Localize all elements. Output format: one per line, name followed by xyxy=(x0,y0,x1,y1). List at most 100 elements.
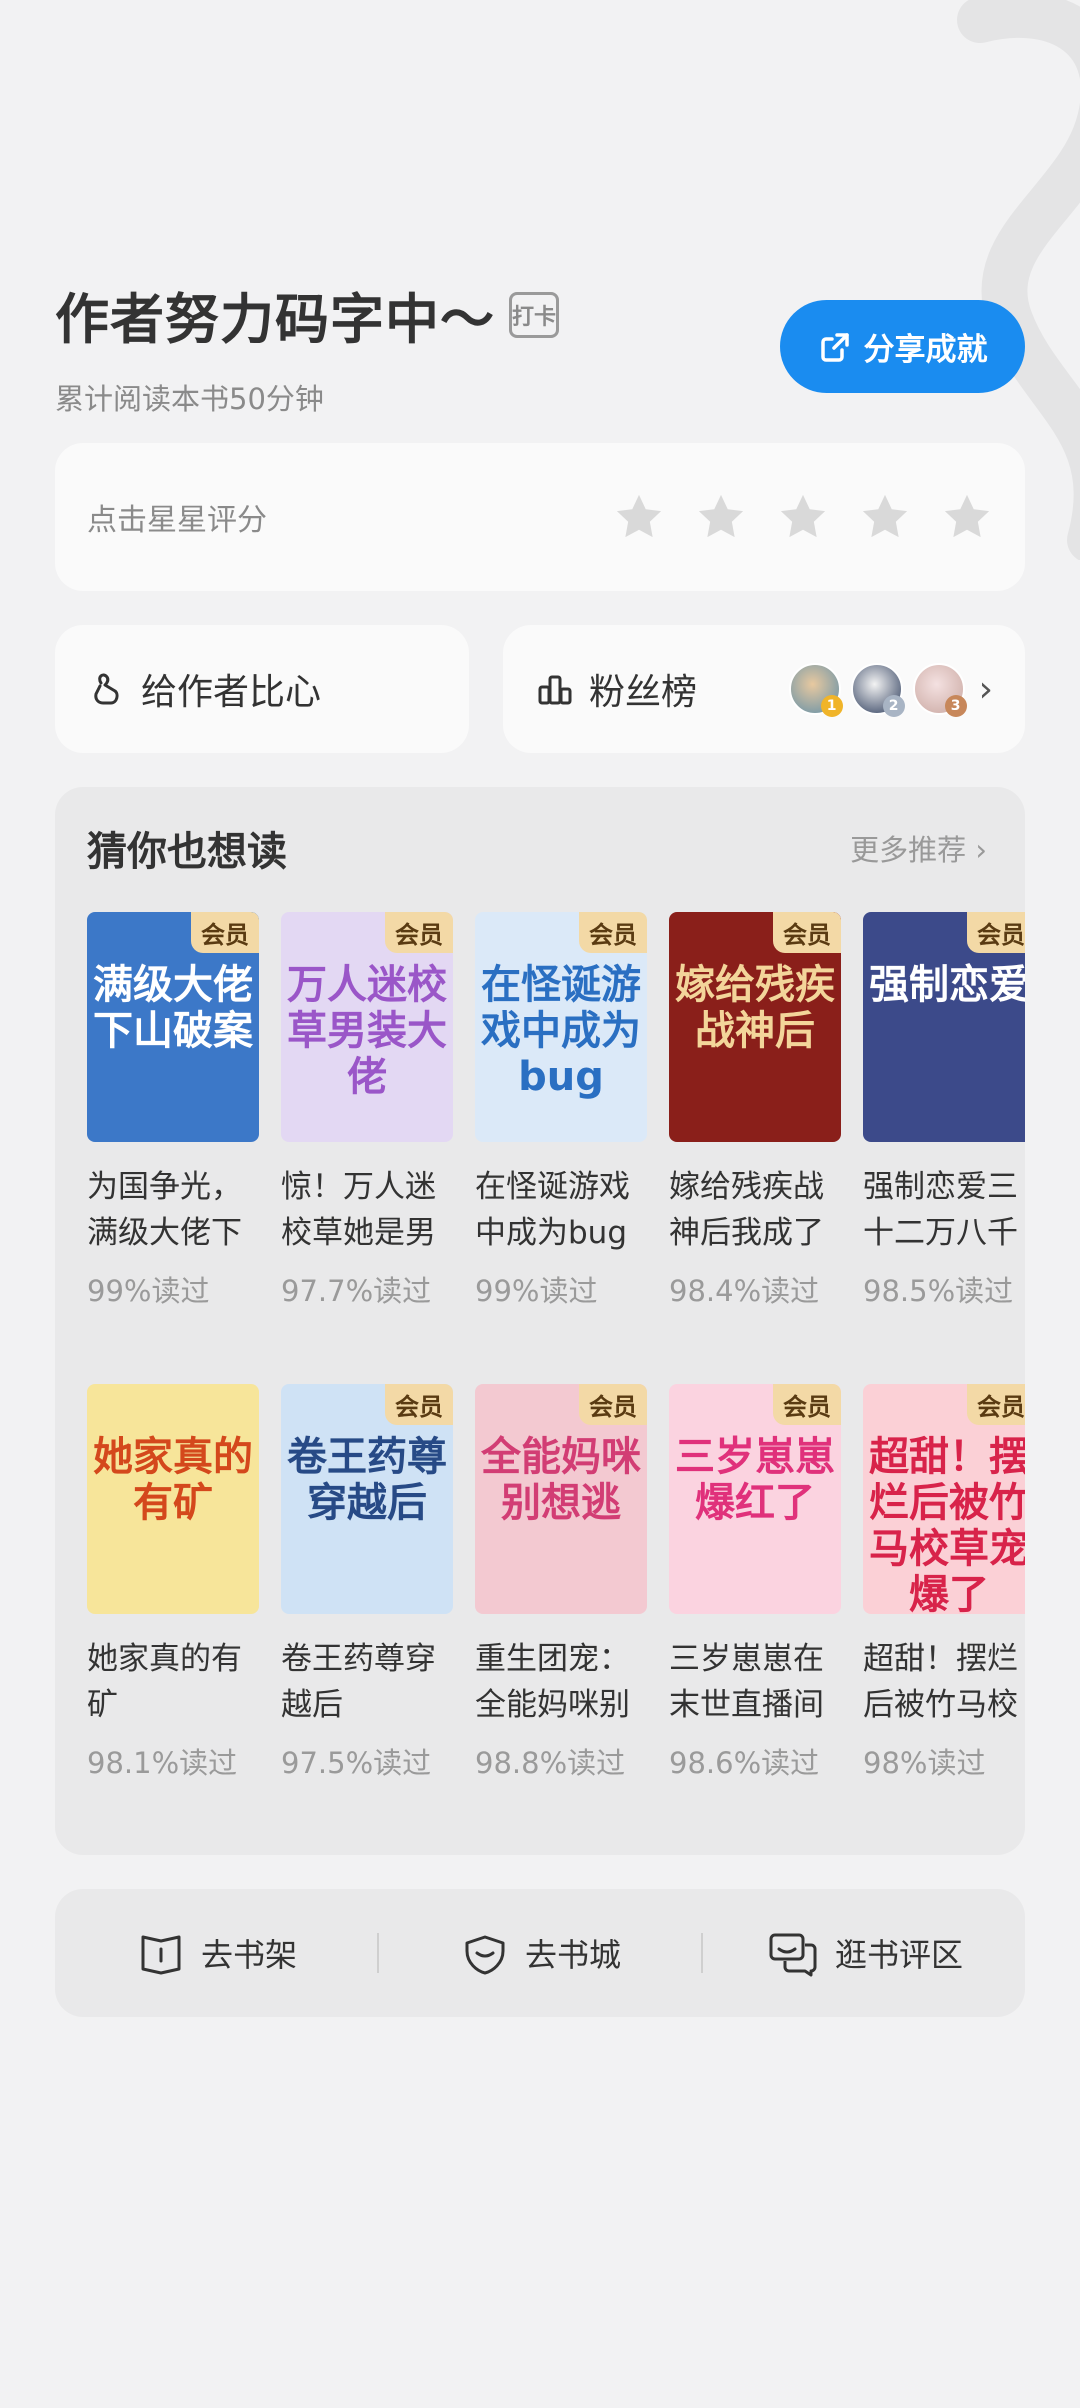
checkin-badge[interactable]: 打卡 xyxy=(509,291,559,338)
chevron-right-icon: › xyxy=(978,668,993,710)
book-title: 为国争光，满级大佬下 xyxy=(87,1169,242,1251)
go-bookstore-label: 去书城 xyxy=(524,1936,621,1974)
cover-title: 卷王药尊穿越后 xyxy=(287,1434,447,1526)
star-icon-2[interactable] xyxy=(695,491,747,543)
rating-label: 点击星星评分 xyxy=(87,503,267,538)
tip-author-button[interactable]: 给作者比心 xyxy=(55,625,469,753)
book-title: 超甜！摆烂后被竹马校 xyxy=(863,1641,1018,1723)
read-percentage: 97.5%读过 xyxy=(281,1746,432,1780)
vip-badge: 会员 xyxy=(385,912,453,953)
book-title: 三岁崽崽在末世直播间 xyxy=(669,1641,824,1723)
cover-title: 她家真的有矿 xyxy=(93,1434,253,1526)
vip-badge: 会员 xyxy=(579,912,647,953)
tip-author-label: 给作者比心 xyxy=(141,672,322,713)
vip-badge: 会员 xyxy=(385,1384,453,1425)
vip-badge: 会员 xyxy=(191,912,259,953)
read-percentage: 98%读过 xyxy=(863,1746,986,1780)
read-percentage: 97.7%读过 xyxy=(281,1274,432,1308)
share-achievement-button[interactable]: 分享成就 xyxy=(780,300,1025,393)
star-icon-1[interactable] xyxy=(613,491,665,543)
book-row: 满级大佬下山破案 会员 为国争光，满级大佬下 99%读过 万人迷校草男装大佬 会员 惊！万人… xyxy=(87,912,1025,1384)
read-percentage: 98.8%读过 xyxy=(475,1746,626,1780)
chevron-right-icon: › xyxy=(975,833,987,867)
rank-badge-1: 1 xyxy=(820,695,843,717)
read-percentage: 98.4%读过 xyxy=(669,1274,820,1308)
book-item[interactable]: 她家真的有矿 她家真的有矿 98.1%读过 xyxy=(87,1384,259,1842)
star-icon-5[interactable] xyxy=(941,491,993,543)
cover-title: 强制恋爱 xyxy=(869,962,1025,1008)
rank-badge-3: 3 xyxy=(944,695,967,717)
share-icon xyxy=(820,332,849,362)
star-rating xyxy=(613,491,993,543)
read-percentage: 98.6%读过 xyxy=(669,1746,820,1780)
go-bookstore-button[interactable]: 去书城 xyxy=(379,1927,701,1979)
avatar: 1 xyxy=(788,663,843,717)
rating-card: 点击星星评分 xyxy=(55,443,1025,591)
book-cover: 卷王药尊穿越后 会员 xyxy=(281,1384,453,1614)
go-bookshelf-button[interactable]: 去书架 xyxy=(55,1927,377,1979)
vip-badge: 会员 xyxy=(967,1384,1025,1425)
recommendation-panel: 猜你也想读 更多推荐 › 满级大佬下山破案 会员 为国争光，满级大佬下 99%读过 万人… xyxy=(55,787,1025,1855)
read-percentage: 98.1%读过 xyxy=(87,1746,238,1780)
book-title: 在怪诞游戏中成为bug xyxy=(475,1169,630,1251)
vip-badge: 会员 xyxy=(773,912,841,953)
book-title: 强制恋爱三十二万八千 xyxy=(863,1169,1018,1251)
vip-badge: 会员 xyxy=(773,1384,841,1425)
book-title: 惊！万人迷校草她是男 xyxy=(281,1169,436,1251)
more-recommendations-link[interactable]: 更多推荐 › xyxy=(850,827,987,869)
browse-comments-button[interactable]: 逛书评区 xyxy=(703,1927,1025,1979)
browse-comments-label: 逛书评区 xyxy=(834,1936,963,1974)
book-cover: 强制恋爱 会员 xyxy=(863,912,1025,1142)
fans-ranking-button[interactable]: 粉丝榜 1 2 3 › xyxy=(503,625,1025,753)
read-percentage: 98.5%读过 xyxy=(863,1274,1014,1308)
cover-title: 满级大佬下山破案 xyxy=(93,962,253,1054)
book-title: 重生团宠：全能妈咪别 xyxy=(475,1641,630,1723)
book-item[interactable]: 三岁崽崽爆红了 会员三岁崽崽在末世直播间 98.6%读过 xyxy=(669,1384,841,1842)
bookstore-icon xyxy=(465,1935,505,1975)
book-row: 她家真的有矿 她家真的有矿 98.1%读过 卷王药尊穿越后 会员 卷王药尊穿越后 97.5%… xyxy=(87,1384,1025,1842)
book-cover: 她家真的有矿 xyxy=(87,1384,259,1614)
book-title: 卷王药尊穿越后 xyxy=(281,1641,436,1723)
section-title: 猜你也想读 xyxy=(87,829,287,875)
book-item[interactable]: 全能妈咪别想逃 会员重生团宠：全能妈咪别 98.8%读过 xyxy=(475,1384,647,1842)
star-icon-4[interactable] xyxy=(859,491,911,543)
book-cover: 超甜！摆烂后被竹马校草宠爆了 会员 xyxy=(863,1384,1025,1614)
star-icon-3[interactable] xyxy=(777,491,829,543)
book-title: 嫁给残疾战神后我成了 xyxy=(669,1169,824,1251)
rank-badge-2: 2 xyxy=(882,695,905,717)
book-cover: 全能妈咪别想逃 会员 xyxy=(475,1384,647,1614)
cover-title: 三岁崽崽爆红了 xyxy=(675,1434,835,1526)
fans-ranking-label: 粉丝榜 xyxy=(589,672,698,713)
book-cover: 满级大佬下山破案 会员 xyxy=(87,912,259,1142)
bookshelf-icon xyxy=(141,1935,181,1975)
page-title: 作者努力码字中～ xyxy=(55,288,495,351)
read-percentage: 99%读过 xyxy=(87,1274,210,1308)
book-cover: 在怪诞游戏中成为bug 会员 xyxy=(475,912,647,1142)
book-item[interactable]: 嫁给残疾战神后 会员嫁给残疾战神后我成了 98.4%读过 xyxy=(669,912,841,1384)
fans-avatars: 1 2 3 xyxy=(788,663,967,717)
book-grid: 满级大佬下山破案 会员 为国争光，满级大佬下 99%读过 万人迷校草男装大佬 会员 惊！万人… xyxy=(87,912,1025,1842)
bottom-nav: 去书架 去书城 逛书评区 xyxy=(55,1889,1025,2017)
book-title: 她家真的有矿 xyxy=(87,1641,242,1723)
book-item[interactable]: 在怪诞游戏中成为bug 会员在怪诞游戏中成为bug 99%读过 xyxy=(475,912,647,1384)
book-cover: 万人迷校草男装大佬 会员 xyxy=(281,912,453,1142)
book-item[interactable]: 超甜！摆烂后被竹马校草宠爆了 会员超甜！摆烂后被竹马校 98%读过 xyxy=(863,1384,1025,1842)
book-item[interactable]: 强制恋爱 会员强制恋爱三十二万八千 98.5%读过 xyxy=(863,912,1025,1384)
finger-heart-icon xyxy=(94,673,119,705)
vip-badge: 会员 xyxy=(967,912,1025,953)
book-item[interactable]: 满级大佬下山破案 会员为国争光，满级大佬下 99%读过 xyxy=(87,912,259,1384)
vip-badge: 会员 xyxy=(579,1384,647,1425)
cover-title: 超甜！摆烂后被竹马校草宠爆了 xyxy=(869,1434,1025,1614)
read-percentage: 99%读过 xyxy=(475,1274,598,1308)
avatar: 2 xyxy=(850,663,905,717)
book-cover: 嫁给残疾战神后 会员 xyxy=(669,912,841,1142)
avatar: 3 xyxy=(912,663,967,717)
trophy-icon xyxy=(538,675,572,705)
book-item[interactable]: 卷王药尊穿越后 会员卷王药尊穿越后 97.5%读过 xyxy=(281,1384,453,1842)
book-cover: 三岁崽崽爆红了 会员 xyxy=(669,1384,841,1614)
share-label: 分享成就 xyxy=(863,332,988,368)
book-item[interactable]: 万人迷校草男装大佬 会员惊！万人迷校草她是男 97.7%读过 xyxy=(281,912,453,1384)
comments-icon xyxy=(769,1933,817,1977)
cover-title: 在怪诞游戏中成为bug xyxy=(481,962,641,1100)
go-bookshelf-label: 去书架 xyxy=(200,1936,297,1974)
